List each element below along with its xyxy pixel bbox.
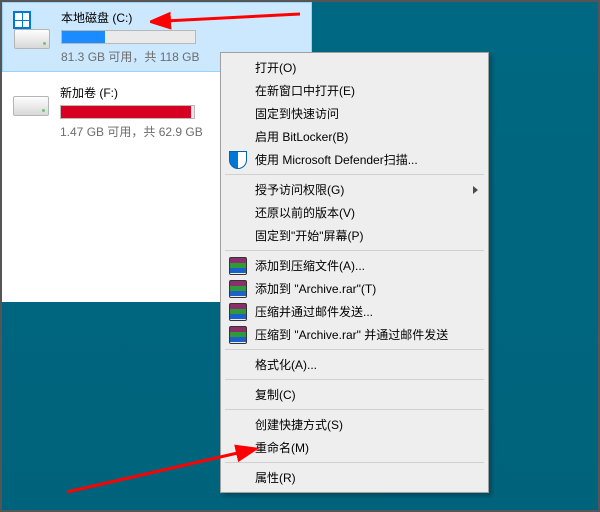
menu-rar-add[interactable]: 添加到压缩文件(A)... bbox=[223, 254, 486, 277]
drive-usage-bar-f bbox=[60, 105, 195, 119]
menu-separator bbox=[225, 409, 484, 410]
menu-defender-scan[interactable]: 使用 Microsoft Defender扫描... bbox=[223, 148, 486, 171]
menu-separator bbox=[225, 250, 484, 251]
drive-icon-f bbox=[12, 86, 50, 124]
menu-previous-versions[interactable]: 还原以前的版本(V) bbox=[223, 201, 486, 224]
menu-create-shortcut[interactable]: 创建快捷方式(S) bbox=[223, 413, 486, 436]
menu-separator bbox=[225, 174, 484, 175]
menu-rar-add-archive[interactable]: 添加到 "Archive.rar"(T) bbox=[223, 277, 486, 300]
winrar-icon bbox=[229, 326, 247, 344]
drive-name-c: 本地磁盘 (C:) bbox=[61, 9, 303, 26]
menu-format[interactable]: 格式化(A)... bbox=[223, 353, 486, 376]
winrar-icon bbox=[229, 257, 247, 275]
winrar-icon bbox=[229, 303, 247, 321]
menu-open[interactable]: 打开(O) bbox=[223, 56, 486, 79]
menu-separator bbox=[225, 349, 484, 350]
menu-pin-quick[interactable]: 固定到快速访问 bbox=[223, 102, 486, 125]
shield-icon bbox=[229, 151, 247, 169]
menu-rar-email-archive[interactable]: 压缩到 "Archive.rar" 并通过邮件发送 bbox=[223, 323, 486, 346]
menu-pin-start[interactable]: 固定到"开始"屏幕(P) bbox=[223, 224, 486, 247]
menu-properties[interactable]: 属性(R) bbox=[223, 466, 486, 489]
submenu-arrow-icon bbox=[473, 186, 478, 194]
menu-separator bbox=[225, 462, 484, 463]
menu-copy[interactable]: 复制(C) bbox=[223, 383, 486, 406]
menu-rar-email[interactable]: 压缩并通过邮件发送... bbox=[223, 300, 486, 323]
drive-context-menu: 打开(O) 在新窗口中打开(E) 固定到快速访问 启用 BitLocker(B)… bbox=[220, 52, 489, 493]
winrar-icon bbox=[229, 280, 247, 298]
drive-usage-bar-c bbox=[61, 30, 196, 44]
drive-icon-c bbox=[13, 11, 51, 49]
menu-bitlocker[interactable]: 启用 BitLocker(B) bbox=[223, 125, 486, 148]
menu-open-new-window[interactable]: 在新窗口中打开(E) bbox=[223, 79, 486, 102]
menu-grant-access[interactable]: 授予访问权限(G) bbox=[223, 178, 486, 201]
menu-separator bbox=[225, 379, 484, 380]
windows-badge-icon bbox=[13, 11, 31, 29]
menu-rename[interactable]: 重命名(M) bbox=[223, 436, 486, 459]
